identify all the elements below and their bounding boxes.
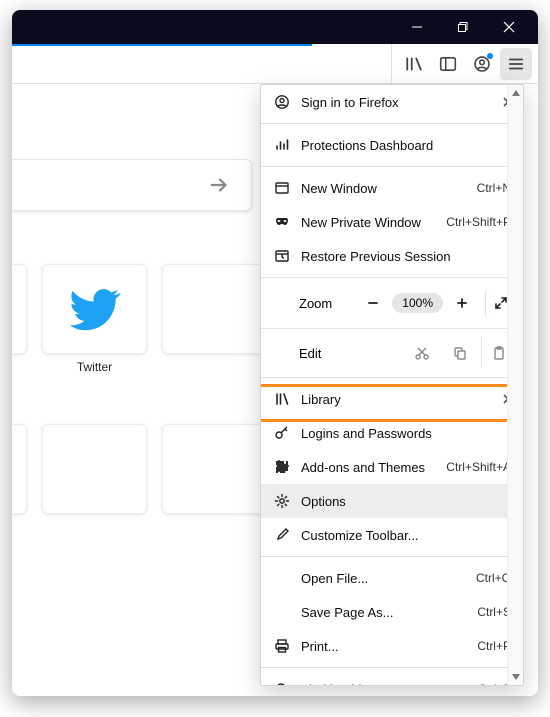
menu-separator [261, 556, 523, 557]
toolbar-right-icons [392, 44, 538, 83]
menu-item-label: Save Page As... [301, 605, 467, 620]
menu-item-shortcut: Ctrl+O [476, 571, 511, 585]
menu-separator [261, 277, 523, 278]
zoom-value[interactable]: 100% [392, 293, 443, 313]
menu-item-label: Find in This Page... [301, 682, 468, 686]
menu-separator [261, 166, 523, 167]
menu-item-shortcut: Ctrl+N [477, 181, 511, 195]
window-titlebar [12, 10, 538, 44]
close-button[interactable] [486, 10, 532, 44]
app-menu-scroll: Sign in to Firefox Protections Dashboard [261, 85, 523, 685]
search-icon [273, 681, 291, 685]
menu-item-label: Customize Toolbar... [301, 528, 511, 543]
dashboard-icon [273, 137, 291, 153]
menu-item-addons[interactable]: Add-ons and Themes Ctrl+Shift+A [261, 450, 523, 484]
library-toolbar-icon[interactable] [398, 48, 430, 80]
menu-separator [261, 328, 523, 329]
browser-toolbar [12, 44, 538, 84]
menu-item-label: Sign in to Firefox [301, 95, 491, 110]
tile-blank-row2-right[interactable] [162, 424, 267, 514]
menu-item-label: Library [301, 392, 491, 407]
account-icon [273, 94, 291, 110]
tile-blank-left[interactable] [12, 264, 27, 354]
window-icon [273, 180, 291, 196]
menu-item-label: Open File... [301, 571, 466, 586]
active-tab-indicator [12, 44, 312, 46]
maximize-button[interactable] [440, 10, 486, 44]
menu-zoom-row: Zoom 100% [261, 282, 523, 324]
menu-item-label: Add-ons and Themes [301, 460, 436, 475]
cut-button[interactable] [405, 338, 439, 368]
twitter-icon [69, 283, 121, 335]
menu-item-label: Logins and Passwords [301, 426, 511, 441]
library-icon [273, 391, 291, 407]
menu-item-new-window[interactable]: New Window Ctrl+N [261, 171, 523, 205]
menu-item-new-private-window[interactable]: New Private Window Ctrl+Shift+P [261, 205, 523, 239]
menu-item-library[interactable]: Library [261, 382, 523, 416]
restore-icon [273, 248, 291, 264]
scroll-down-button[interactable] [508, 669, 524, 685]
paintbrush-icon [273, 527, 291, 543]
menu-item-logins[interactable]: Logins and Passwords [261, 416, 523, 450]
menu-separator [261, 667, 523, 668]
tile-twitter[interactable] [42, 264, 147, 354]
tile-twitter-label: Twitter [42, 360, 147, 374]
menu-scrollbar[interactable] [507, 85, 523, 685]
menu-item-shortcut: Ctrl+P [477, 639, 511, 653]
edit-label: Edit [269, 346, 401, 361]
menu-separator [261, 377, 523, 378]
menu-item-label: Restore Previous Session [301, 249, 511, 264]
zoom-label: Zoom [269, 296, 354, 311]
mask-icon [273, 214, 291, 230]
tab-strip [12, 44, 392, 83]
menu-item-label: Protections Dashboard [301, 138, 511, 153]
search-bar[interactable] [12, 159, 252, 211]
scroll-up-button[interactable] [508, 85, 524, 101]
menu-item-shortcut: Ctrl+S [477, 605, 511, 619]
gear-icon [273, 493, 291, 509]
menu-item-restore-session[interactable]: Restore Previous Session [261, 239, 523, 273]
account-toolbar-icon[interactable] [466, 48, 498, 80]
menu-item-protections[interactable]: Protections Dashboard [261, 128, 523, 162]
menu-item-signin[interactable]: Sign in to Firefox [261, 85, 523, 119]
printer-icon [273, 638, 291, 654]
menu-item-print[interactable]: Print... Ctrl+P [261, 629, 523, 663]
key-icon [273, 425, 291, 441]
menu-item-save-page[interactable]: Save Page As... Ctrl+S [261, 595, 523, 629]
menu-item-customize[interactable]: Customize Toolbar... [261, 518, 523, 552]
search-arrow-icon [209, 174, 231, 196]
puzzle-icon [273, 459, 291, 475]
zoom-in-button[interactable] [447, 288, 477, 318]
content-area: Twitter Sign in to Firefox [12, 84, 538, 696]
hamburger-menu-button[interactable] [500, 48, 532, 80]
menu-item-open-file[interactable]: Open File... Ctrl+O [261, 561, 523, 595]
menu-item-label: New Private Window [301, 215, 436, 230]
menu-item-options[interactable]: Options [261, 484, 523, 518]
zoom-out-button[interactable] [358, 288, 388, 318]
menu-item-shortcut: Ctrl+Shift+A [446, 460, 511, 474]
account-notification-dot [487, 53, 493, 59]
tile-blank-right[interactable] [162, 264, 267, 354]
menu-item-label: New Window [301, 181, 467, 196]
menu-item-find[interactable]: Find in This Page... Ctrl+F [261, 672, 523, 685]
browser-window: Twitter Sign in to Firefox [12, 10, 538, 696]
menu-item-shortcut: Ctrl+Shift+P [446, 215, 511, 229]
sidebar-toolbar-icon[interactable] [432, 48, 464, 80]
menu-item-label: Options [301, 494, 511, 509]
copy-button[interactable] [443, 338, 477, 368]
menu-separator [261, 123, 523, 124]
menu-item-label: Print... [301, 639, 467, 654]
tile-blank-row2-mid[interactable] [42, 424, 147, 514]
minimize-button[interactable] [394, 10, 440, 44]
app-menu-panel: Sign in to Firefox Protections Dashboard [260, 84, 524, 686]
tile-blank-row2-left[interactable] [12, 424, 27, 514]
menu-edit-row: Edit [261, 333, 523, 373]
